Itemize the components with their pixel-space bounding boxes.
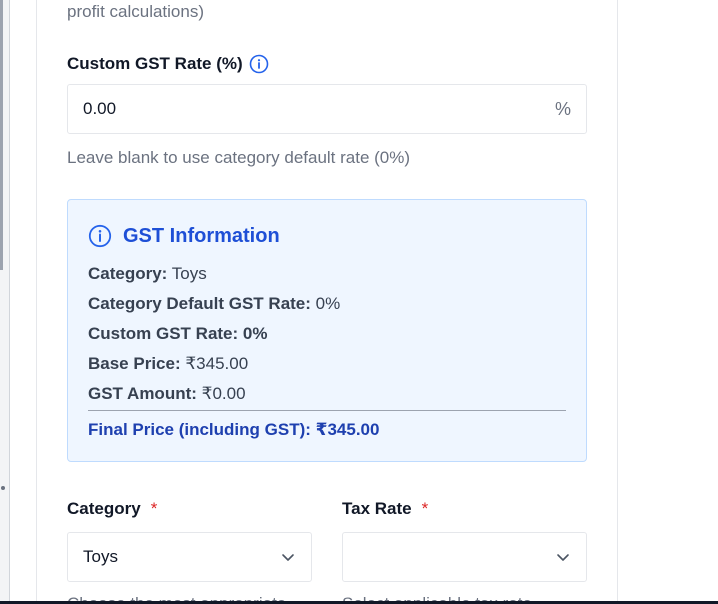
tax-rate-select[interactable] xyxy=(342,532,587,582)
gst-amount-value: ₹0.00 xyxy=(201,384,246,403)
gst-base-price-line: Base Price: ₹345.00 xyxy=(88,354,248,374)
gst-category-line: Category: Toys xyxy=(88,264,207,284)
required-marker: * xyxy=(150,499,158,518)
custom-gst-label: Custom GST Rate (%) xyxy=(67,54,243,73)
category-select[interactable]: Toys xyxy=(67,532,312,582)
custom-gst-help: Leave blank to use category default rate… xyxy=(67,148,411,167)
required-marker: * xyxy=(421,499,429,518)
gst-info-panel: GST Information Category: Toys Category … xyxy=(67,199,587,462)
left-scrollbar[interactable] xyxy=(0,0,10,604)
gst-info-title: GST Information xyxy=(123,224,280,247)
category-selected-value: Toys xyxy=(83,547,118,566)
gst-base-price-value: ₹345.00 xyxy=(185,354,249,373)
gst-custom-rate-value: 0% xyxy=(242,324,268,343)
gst-info-header: GST Information xyxy=(88,224,280,248)
gst-default-rate-value: 0% xyxy=(315,294,341,313)
gst-final-price: Final Price (including GST): ₹345.00 xyxy=(88,420,380,439)
scrollbar-marker xyxy=(1,486,5,490)
info-circle-icon[interactable] xyxy=(249,54,269,74)
top-help-text: profit calculations) xyxy=(67,2,205,21)
custom-gst-label-row: Custom GST Rate (%) xyxy=(67,54,269,74)
custom-gst-value: 0.00 xyxy=(83,99,117,118)
chevron-down-icon xyxy=(282,554,294,561)
custom-gst-input[interactable]: 0.00 % xyxy=(67,84,587,134)
tax-rate-label-row: Tax Rate * xyxy=(342,499,428,519)
gst-category-label: Category: xyxy=(88,264,168,283)
scrollbar-thumb[interactable] xyxy=(0,0,3,270)
info-circle-icon xyxy=(88,224,112,248)
gst-default-rate-line: Category Default GST Rate: 0% xyxy=(88,294,340,314)
category-label: Category xyxy=(67,499,141,518)
gst-category-value: Toys xyxy=(171,264,207,283)
gst-default-rate-label: Category Default GST Rate: xyxy=(88,294,311,313)
gst-divider xyxy=(88,410,566,411)
chevron-down-icon xyxy=(557,554,569,561)
gst-custom-rate-line: Custom GST Rate: 0% xyxy=(88,324,268,344)
gst-custom-rate-label: Custom GST Rate: xyxy=(88,324,239,343)
category-label-row: Category * xyxy=(67,499,157,519)
gst-amount-line: GST Amount: ₹0.00 xyxy=(88,384,246,404)
gst-base-price-label: Base Price: xyxy=(88,354,181,373)
tax-rate-label: Tax Rate xyxy=(342,499,412,518)
gst-amount-label: GST Amount: xyxy=(88,384,197,403)
percent-suffix: % xyxy=(554,98,571,119)
